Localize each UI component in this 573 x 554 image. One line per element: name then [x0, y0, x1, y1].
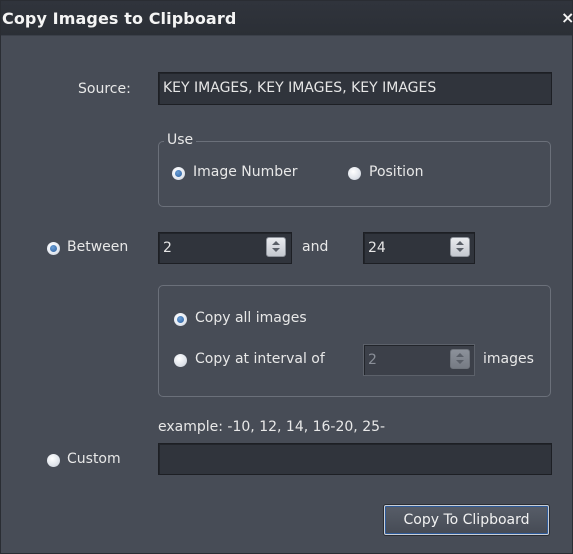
between-radio[interactable]	[47, 242, 60, 255]
custom-input[interactable]	[158, 443, 552, 475]
custom-example-text: example: -10, 12, 14, 16-20, 25-	[158, 419, 386, 435]
source-label: Source:	[78, 81, 131, 97]
between-label: Between	[67, 239, 129, 255]
interval-spin-icon[interactable]	[450, 349, 470, 369]
position-label: Position	[369, 164, 424, 180]
dialog-title: Copy Images to Clipboard	[2, 9, 237, 28]
copy-options-group	[158, 285, 551, 397]
from-spin-icon[interactable]	[266, 237, 286, 257]
use-group-legend: Use	[164, 132, 197, 148]
image-number-radio[interactable]	[172, 167, 185, 180]
copy-images-dialog: Copy Images to Clipboard × Source: KEY I…	[0, 0, 573, 554]
title-bar: Copy Images to Clipboard ×	[1, 1, 573, 36]
custom-label: Custom	[67, 451, 121, 467]
copy-interval-label: Copy at interval of	[195, 351, 325, 367]
image-number-label: Image Number	[193, 164, 298, 180]
to-spin-icon[interactable]	[450, 237, 470, 257]
position-radio[interactable]	[348, 167, 361, 180]
copy-all-radio[interactable]	[174, 313, 187, 326]
copy-interval-radio[interactable]	[174, 354, 187, 367]
and-label: and	[302, 239, 329, 255]
interval-suffix: images	[483, 351, 534, 367]
custom-radio[interactable]	[47, 454, 60, 467]
close-icon[interactable]: ×	[561, 8, 573, 27]
copy-all-label: Copy all images	[195, 310, 307, 326]
copy-to-clipboard-button[interactable]: Copy To Clipboard	[384, 505, 549, 535]
source-field: KEY IMAGES, KEY IMAGES, KEY IMAGES	[158, 72, 552, 105]
